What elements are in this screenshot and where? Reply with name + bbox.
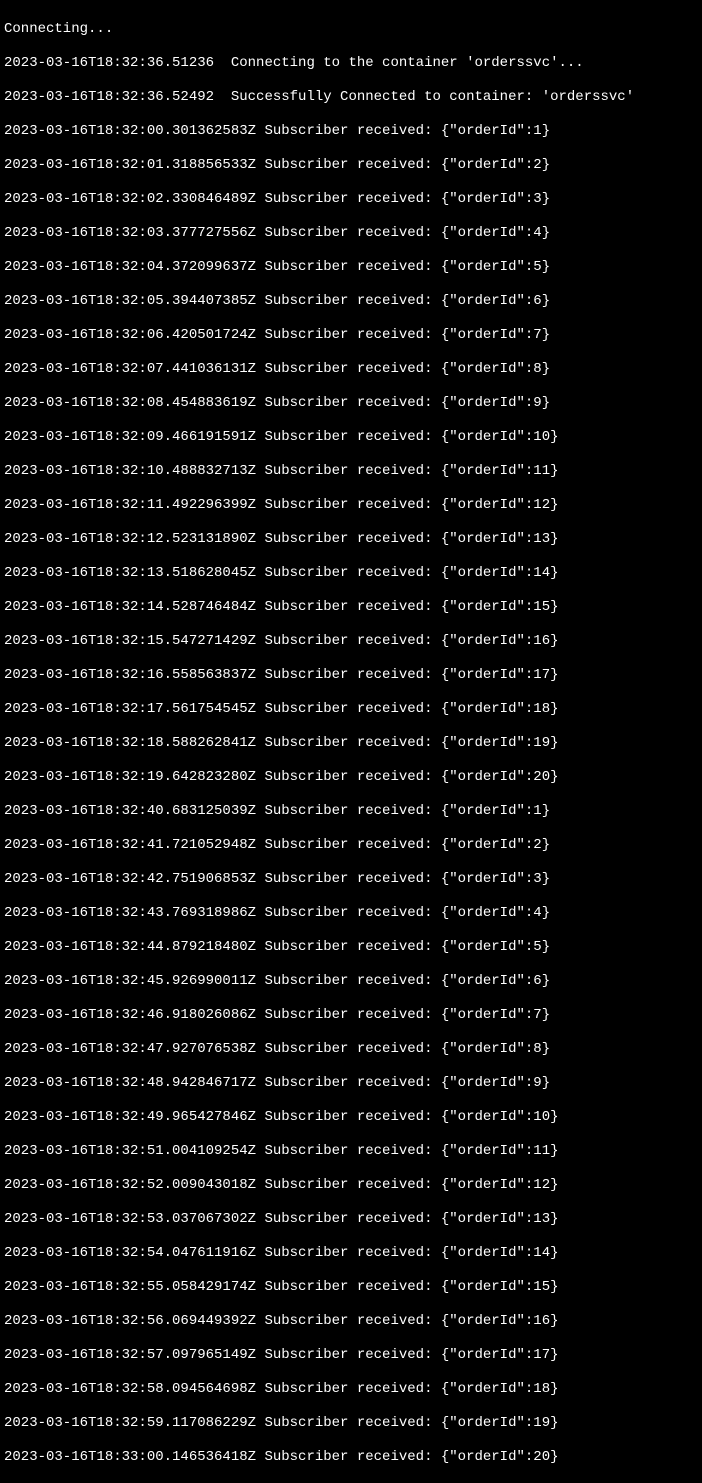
log-line: 2023-03-16T18:32:11.492296399Z Subscribe…	[4, 497, 698, 514]
log-line: 2023-03-16T18:32:07.441036131Z Subscribe…	[4, 361, 698, 378]
log-line: 2023-03-16T18:32:17.561754545Z Subscribe…	[4, 701, 698, 718]
log-line: 2023-03-16T18:32:16.558563837Z Subscribe…	[4, 667, 698, 684]
log-line: 2023-03-16T18:32:59.117086229Z Subscribe…	[4, 1415, 698, 1432]
log-line: 2023-03-16T18:32:57.097965149Z Subscribe…	[4, 1347, 698, 1364]
log-line: 2023-03-16T18:32:12.523131890Z Subscribe…	[4, 531, 698, 548]
log-line: 2023-03-16T18:32:03.377727556Z Subscribe…	[4, 225, 698, 242]
log-line: 2023-03-16T18:33:00.146536418Z Subscribe…	[4, 1449, 698, 1466]
log-line: 2023-03-16T18:32:01.318856533Z Subscribe…	[4, 157, 698, 174]
log-line: 2023-03-16T18:32:02.330846489Z Subscribe…	[4, 191, 698, 208]
log-line: 2023-03-16T18:32:08.454883619Z Subscribe…	[4, 395, 698, 412]
log-line: 2023-03-16T18:32:15.547271429Z Subscribe…	[4, 633, 698, 650]
log-line: 2023-03-16T18:32:53.037067302Z Subscribe…	[4, 1211, 698, 1228]
log-line: 2023-03-16T18:32:56.069449392Z Subscribe…	[4, 1313, 698, 1330]
log-line: 2023-03-16T18:32:14.528746484Z Subscribe…	[4, 599, 698, 616]
log-line: 2023-03-16T18:32:47.927076538Z Subscribe…	[4, 1041, 698, 1058]
log-line: 2023-03-16T18:32:45.926990011Z Subscribe…	[4, 973, 698, 990]
log-line: 2023-03-16T18:32:19.642823280Z Subscribe…	[4, 769, 698, 786]
log-line: 2023-03-16T18:32:55.058429174Z Subscribe…	[4, 1279, 698, 1296]
log-line: 2023-03-16T18:32:52.009043018Z Subscribe…	[4, 1177, 698, 1194]
log-line: 2023-03-16T18:32:46.918026086Z Subscribe…	[4, 1007, 698, 1024]
connection-line-1: 2023-03-16T18:32:36.51236 Connecting to …	[4, 55, 698, 72]
log-line: 2023-03-16T18:32:44.879218480Z Subscribe…	[4, 939, 698, 956]
log-line: 2023-03-16T18:32:41.721052948Z Subscribe…	[4, 837, 698, 854]
log-line: 2023-03-16T18:32:09.466191591Z Subscribe…	[4, 429, 698, 446]
connecting-text: Connecting...	[4, 21, 698, 38]
log-line: 2023-03-16T18:32:54.047611916Z Subscribe…	[4, 1245, 698, 1262]
log-line: 2023-03-16T18:32:00.301362583Z Subscribe…	[4, 123, 698, 140]
log-line: 2023-03-16T18:32:51.004109254Z Subscribe…	[4, 1143, 698, 1160]
log-line: 2023-03-16T18:32:40.683125039Z Subscribe…	[4, 803, 698, 820]
log-line: 2023-03-16T18:32:06.420501724Z Subscribe…	[4, 327, 698, 344]
log-line: 2023-03-16T18:32:43.769318986Z Subscribe…	[4, 905, 698, 922]
log-line: 2023-03-16T18:32:42.751906853Z Subscribe…	[4, 871, 698, 888]
log-line: 2023-03-16T18:32:48.942846717Z Subscribe…	[4, 1075, 698, 1092]
log-line: 2023-03-16T18:32:05.394407385Z Subscribe…	[4, 293, 698, 310]
log-line: 2023-03-16T18:32:10.488832713Z Subscribe…	[4, 463, 698, 480]
log-line: 2023-03-16T18:32:04.372099637Z Subscribe…	[4, 259, 698, 276]
connection-line-2: 2023-03-16T18:32:36.52492 Successfully C…	[4, 89, 698, 106]
log-line: 2023-03-16T18:32:49.965427846Z Subscribe…	[4, 1109, 698, 1126]
log-line: 2023-03-16T18:32:13.518628045Z Subscribe…	[4, 565, 698, 582]
log-line: 2023-03-16T18:32:58.094564698Z Subscribe…	[4, 1381, 698, 1398]
